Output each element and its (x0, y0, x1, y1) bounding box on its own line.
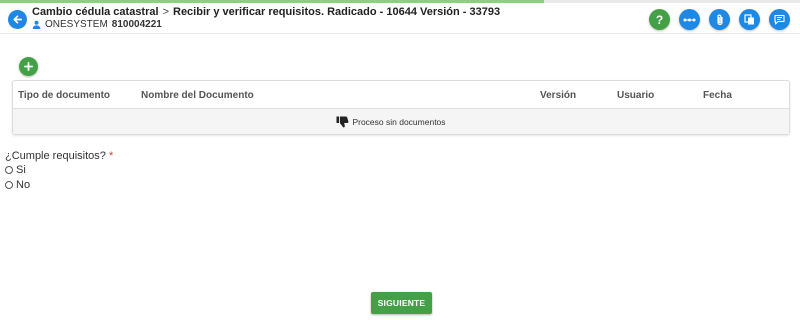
attach-button[interactable] (709, 9, 730, 30)
column-header-usuario[interactable]: Usuario (617, 90, 654, 101)
radio-option-no[interactable]: No (5, 179, 30, 191)
column-header-fecha[interactable]: Fecha (703, 90, 732, 101)
breadcrumb-parent[interactable]: Cambio cédula catastral (32, 6, 159, 18)
thumbs-down-icon (336, 116, 349, 127)
comments-button[interactable] (769, 9, 790, 30)
attach-icon (716, 14, 723, 25)
more-button[interactable] (679, 9, 700, 30)
radio-button-si[interactable] (5, 166, 13, 174)
arrow-left-icon (13, 15, 22, 24)
back-button[interactable] (8, 10, 27, 29)
documents-button[interactable] (739, 9, 760, 30)
radio-option-si[interactable]: Si (5, 164, 26, 176)
help-button[interactable]: ? (649, 9, 670, 30)
page-header: Cambio cédula catastral > Recibir y veri… (0, 3, 800, 34)
empty-state: Proceso sin documentos (13, 109, 789, 134)
toolbar: ? (649, 9, 790, 30)
user-id: 810004221 (111, 19, 162, 30)
column-header-version[interactable]: Versión (540, 90, 576, 101)
radio-label-si[interactable]: Si (16, 164, 26, 176)
column-header-tipo[interactable]: Tipo de documento (18, 90, 110, 101)
breadcrumb-separator: > (162, 6, 169, 18)
question-label: ¿Cumple requisitos? (5, 150, 106, 162)
breadcrumb-current: Recibir y verificar requisitos. Radicado… (173, 6, 501, 18)
add-document-button[interactable] (19, 57, 38, 76)
user-name: ONESYSTEM (45, 19, 108, 30)
documents-table: Tipo de documento Nombre del Documento V… (12, 80, 790, 135)
requirements-question: ¿Cumple requisitos? * (5, 150, 113, 162)
user-info: ONESYSTEM 810004221 (32, 19, 162, 30)
more-icon (683, 18, 696, 21)
user-icon (32, 20, 41, 29)
documents-icon (744, 14, 754, 25)
required-asterisk: * (108, 150, 114, 162)
plus-icon (24, 62, 33, 71)
comments-icon (774, 14, 785, 25)
radio-label-no[interactable]: No (16, 179, 30, 191)
table-header: Tipo de documento Nombre del Documento V… (13, 81, 789, 109)
help-icon: ? (655, 12, 664, 27)
empty-state-message: Proceso sin documentos (352, 116, 446, 127)
next-button[interactable]: SIGUIENTE (371, 292, 432, 314)
radio-button-no[interactable] (5, 181, 13, 189)
breadcrumb: Cambio cédula catastral > Recibir y veri… (32, 6, 500, 18)
column-header-nombre[interactable]: Nombre del Documento (141, 90, 254, 101)
